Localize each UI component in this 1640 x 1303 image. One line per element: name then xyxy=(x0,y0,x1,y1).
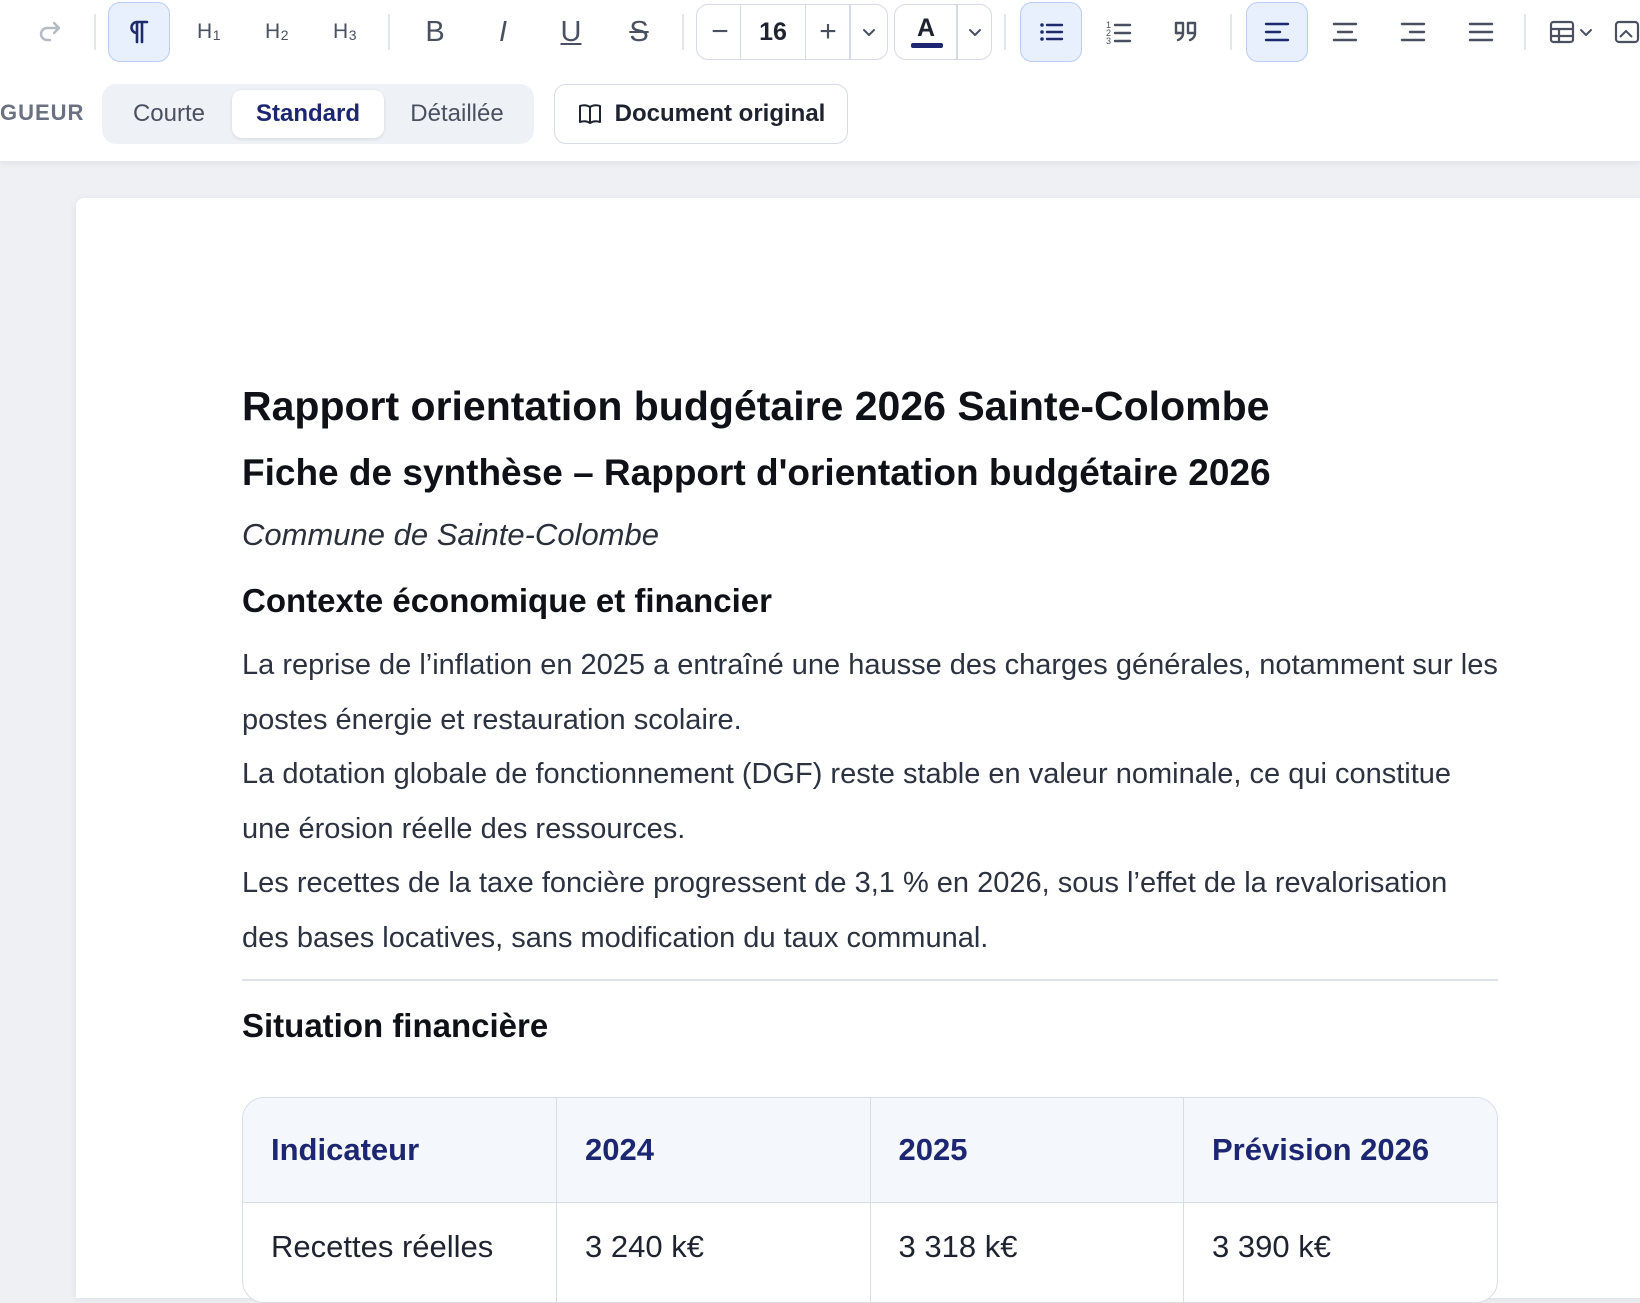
image-icon xyxy=(1612,17,1640,47)
toolbar-divider xyxy=(682,14,684,50)
align-center-icon xyxy=(1330,17,1360,47)
align-justify-icon xyxy=(1466,17,1496,47)
financial-table: Indicateur 2024 2025 Prévision 2026 Rece… xyxy=(242,1097,1498,1303)
chevron-down-icon xyxy=(1577,23,1595,41)
document-commune: Commune de Sainte-Colombe xyxy=(242,517,659,552)
chevron-down-icon xyxy=(860,23,878,41)
redo-button[interactable] xyxy=(20,2,82,62)
font-size-increase-button[interactable]: + xyxy=(808,2,848,62)
underline-icon: U xyxy=(560,15,582,48)
heading-1-icon: H1 xyxy=(197,20,221,44)
length-label: GUEUR xyxy=(0,100,85,125)
toolbar-divider xyxy=(388,14,390,50)
heading-2-button[interactable]: H2 xyxy=(246,2,308,62)
document-subtitle: Fiche de synthèse – Rapport d'orientatio… xyxy=(242,452,1271,493)
heading-1-button[interactable]: H1 xyxy=(178,2,240,62)
toolbar-row-format: H1 H2 H3 B I U S − 16 + A 1 2 3 xyxy=(0,0,1640,64)
editor-toolbar: H1 H2 H3 B I U S − 16 + A 1 2 3 GUEUR Co… xyxy=(0,0,1640,162)
italic-icon: I xyxy=(498,15,508,48)
heading-letter: H xyxy=(265,20,281,43)
heading-level: 2 xyxy=(280,27,289,43)
bold-button[interactable]: B xyxy=(404,2,466,62)
heading-level: 1 xyxy=(212,27,221,43)
heading-letter: H xyxy=(197,20,213,43)
heading-2-icon: H2 xyxy=(265,20,289,44)
section-title-financial: Situation financière xyxy=(242,1007,549,1044)
strikethrough-icon: S xyxy=(629,15,649,48)
table-cell: 3 318 k€ xyxy=(870,1202,1184,1302)
table-header-row: Indicateur 2024 2025 Prévision 2026 xyxy=(243,1098,1497,1203)
original-document-button[interactable]: Document original xyxy=(554,84,848,144)
font-size-decrease-button[interactable]: − xyxy=(700,2,740,62)
strikethrough-button[interactable]: S xyxy=(608,2,670,62)
font-size-value[interactable]: 16 xyxy=(740,4,806,60)
toolbar-divider xyxy=(1230,14,1232,50)
bold-icon: B xyxy=(425,15,445,48)
document-title: Rapport orientation budgétaire 2026 Sain… xyxy=(242,383,1270,429)
paragraph: Les recettes de la taxe foncière progres… xyxy=(242,867,1448,954)
length-selector: Courte Standard Détaillée xyxy=(102,84,534,144)
insert-table-button[interactable] xyxy=(1536,2,1606,62)
align-center-button[interactable] xyxy=(1314,2,1376,62)
underline-button[interactable]: U xyxy=(540,2,602,62)
length-option-detailed[interactable]: Détaillée xyxy=(386,90,528,138)
text-color-icon: A xyxy=(916,13,936,42)
font-size-dropdown[interactable] xyxy=(852,2,886,62)
heading-3-icon: H3 xyxy=(333,20,357,44)
length-option-short[interactable]: Courte xyxy=(108,90,230,138)
quote-icon xyxy=(1172,17,1202,47)
blockquote-button[interactable] xyxy=(1156,2,1218,62)
horizontal-rule xyxy=(242,979,1498,981)
heading-3-button[interactable]: H3 xyxy=(314,2,376,62)
section-context-body: La reprise de l’inflation en 2025 a entr… xyxy=(242,638,1498,965)
paragraph-button[interactable] xyxy=(108,2,170,62)
original-document-label: Document original xyxy=(614,100,826,127)
paragraph: La reprise de l’inflation en 2025 a entr… xyxy=(242,649,1498,736)
section-title-context: Contexte économique et financier xyxy=(242,582,772,619)
document-content[interactable]: Rapport orientation budgétaire 2026 Sain… xyxy=(242,376,1498,1303)
chevron-down-icon xyxy=(966,23,984,41)
toolbar-divider xyxy=(94,14,96,50)
bullet-list-button[interactable] xyxy=(1020,2,1082,62)
table-header-2024: 2024 xyxy=(556,1098,871,1203)
length-option-standard[interactable]: Standard xyxy=(232,90,384,138)
italic-button[interactable]: I xyxy=(472,2,534,62)
table-header-forecast-2026: Prévision 2026 xyxy=(1183,1098,1497,1203)
toolbar-divider xyxy=(1004,14,1006,50)
book-icon xyxy=(577,101,603,127)
table-header-indicator: Indicateur xyxy=(243,1098,557,1203)
table-cell: 3 390 k€ xyxy=(1212,1228,1331,1264)
align-right-button[interactable] xyxy=(1382,2,1444,62)
heading-level: 3 xyxy=(348,27,357,43)
align-justify-button[interactable] xyxy=(1450,2,1512,62)
pilcrow-icon xyxy=(124,17,154,47)
toolbar-divider xyxy=(1524,14,1526,50)
text-color-dropdown[interactable] xyxy=(958,2,992,62)
align-right-icon xyxy=(1398,17,1428,47)
table-cell: 3 240 k€ xyxy=(556,1202,871,1302)
table-row: Recettes réelles 3 240 k€ 3 318 k€ 3 390… xyxy=(243,1202,1497,1302)
numbered-list-button[interactable]: 123 xyxy=(1088,2,1150,62)
redo-icon xyxy=(36,17,66,47)
table-icon xyxy=(1547,17,1577,47)
toolbar-divider xyxy=(849,4,851,60)
align-left-icon xyxy=(1262,17,1292,47)
heading-letter: H xyxy=(333,20,349,43)
insert-image-button[interactable] xyxy=(1612,2,1640,62)
text-color-button[interactable]: A xyxy=(896,2,956,62)
numbered-list-icon: 123 xyxy=(1104,17,1134,47)
bullet-list-icon xyxy=(1036,17,1066,47)
table-header-2025: 2025 xyxy=(870,1098,1184,1203)
align-left-button[interactable] xyxy=(1246,2,1308,62)
minus-icon: − xyxy=(711,15,729,48)
paragraph: La dotation globale de fonctionnement (D… xyxy=(242,758,1452,845)
table-cell: Recettes réelles xyxy=(243,1202,557,1302)
plus-icon: + xyxy=(819,15,837,48)
text-color-swatch xyxy=(911,43,943,48)
svg-text:3: 3 xyxy=(1106,36,1111,46)
